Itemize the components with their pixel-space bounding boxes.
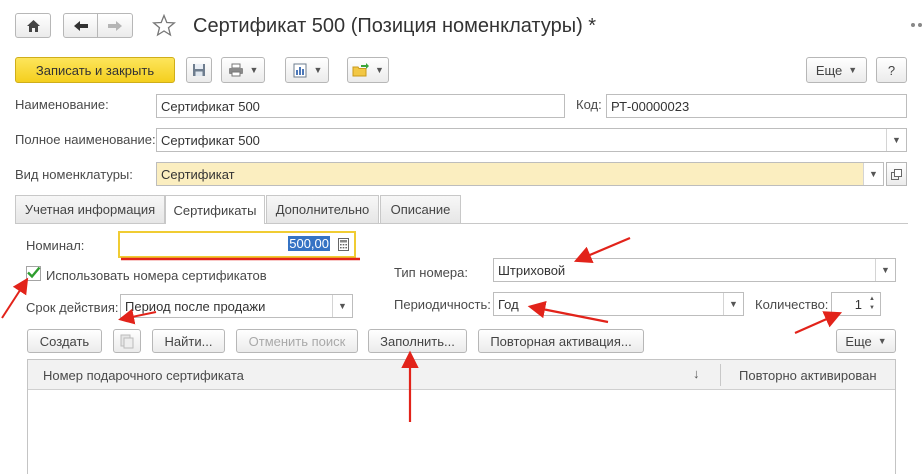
kind-input[interactable]: Сертификат ▼ [156, 162, 884, 186]
tab-accounting[interactable]: Учетная информация [15, 195, 165, 223]
periodicity-label: Периодичность: [394, 297, 491, 312]
sort-arrow-icon[interactable]: ↓ [693, 366, 700, 381]
tab-certificates-label: Сертификаты [173, 202, 257, 218]
quantity-label: Количество: [755, 297, 829, 312]
print-button[interactable]: ▼ [221, 57, 265, 83]
validity-value: Период после продажи [125, 298, 266, 314]
tab-accounting-label: Учетная информация [24, 202, 156, 217]
use-numbers-label[interactable]: Использовать номера сертификатов [46, 268, 267, 283]
stepper-arrows-icon[interactable]: ▲ ▼ [866, 295, 878, 313]
chevron-down-icon: ▼ [848, 65, 858, 75]
full-name-input[interactable]: Сертификат 500 ▼ [156, 128, 907, 152]
name-label: Наименование: [15, 97, 109, 112]
save-close-button[interactable]: Записать и закрыть [15, 57, 175, 83]
table-more-label: Еще [845, 333, 872, 349]
cancel-search-label: Отменить поиск [248, 333, 346, 349]
create-based-button[interactable]: ▼ [347, 57, 389, 83]
home-icon [26, 19, 40, 32]
chevron-down-icon: ▼ [249, 65, 259, 75]
column-header-reactivated[interactable]: Повторно активирован [739, 368, 877, 383]
chevron-down-icon[interactable]: ▼ [332, 295, 352, 317]
number-type-select[interactable]: Штриховой ▼ [493, 258, 896, 282]
tab-additional[interactable]: Дополнительно [266, 195, 379, 223]
periodicity-select[interactable]: Год ▼ [493, 292, 744, 316]
reports-button[interactable]: ▼ [285, 57, 329, 83]
chevron-down-icon: ▼ [375, 65, 384, 75]
chevron-down-icon: ▼ [877, 336, 887, 346]
save-button[interactable] [186, 57, 212, 83]
save-close-label: Записать и закрыть [35, 62, 155, 78]
nominal-label: Номинал: [26, 238, 85, 253]
number-type-label: Тип номера: [394, 265, 468, 280]
name-input[interactable]: Сертификат 500 [156, 94, 565, 118]
calculator-icon[interactable] [338, 238, 349, 251]
folder-arrow-icon [352, 62, 370, 76]
chevron-down-icon[interactable]: ▼ [886, 129, 906, 151]
arrow-to-checkbox [1, 277, 29, 319]
fill-label: Заполнить... [380, 333, 455, 349]
arrow-to-number-type [573, 236, 631, 263]
more-button[interactable]: Еще ▼ [806, 57, 867, 83]
open-kind-button[interactable] [886, 162, 907, 186]
tab-description-label: Описание [390, 202, 451, 217]
quantity-stepper[interactable]: 1 ▲ ▼ [831, 292, 881, 316]
tab-panel-border [15, 223, 908, 224]
open-window-icon [891, 168, 902, 180]
full-name-value: Сертификат 500 [161, 132, 260, 148]
create-label: Создать [39, 333, 90, 349]
kind-label: Вид номенклатуры: [15, 167, 133, 182]
printer-icon [228, 63, 243, 77]
validity-select[interactable]: Период после продажи ▼ [120, 294, 353, 318]
full-name-label: Полное наименование: [15, 132, 156, 147]
chevron-down-icon[interactable]: ▼ [875, 259, 895, 281]
column-header-number[interactable]: Номер подарочного сертификата [43, 368, 244, 383]
certificates-table[interactable]: Номер подарочного сертификата ↓ Повторно… [27, 359, 896, 474]
window-title: Сертификат 500 (Позиция номенклатуры) * [193, 15, 597, 37]
find-label: Найти... [164, 333, 213, 349]
favorite-star-icon[interactable] [152, 13, 176, 40]
validity-label: Срок действия: [26, 300, 119, 315]
name-value: Сертификат 500 [161, 98, 260, 114]
report-icon [293, 63, 307, 77]
arrow-left-icon [73, 20, 88, 31]
nominal-value: 500,00 [288, 236, 330, 251]
arrow-to-quantity [794, 311, 843, 335]
table-more-button[interactable]: Еще ▼ [836, 329, 896, 353]
floppy-icon [193, 64, 205, 76]
reactivation-button[interactable]: Повторная активация... [478, 329, 644, 353]
use-numbers-checkbox[interactable] [26, 266, 41, 281]
code-value: РТ-00000023 [611, 98, 690, 114]
checkmark-icon [27, 266, 41, 279]
tab-certificates[interactable]: Сертификаты [165, 195, 265, 224]
code-input[interactable]: РТ-00000023 [606, 94, 907, 118]
create-button[interactable]: Создать [27, 329, 102, 353]
help-button[interactable]: ? [876, 57, 907, 83]
chevron-down-icon[interactable]: ▼ [863, 163, 883, 185]
column-divider [720, 364, 721, 386]
help-label: ? [887, 62, 896, 78]
kind-value: Сертификат [161, 166, 235, 182]
copy-icon [120, 334, 134, 348]
chevron-down-icon: ▼ [313, 65, 323, 75]
arrow-right-icon [108, 20, 122, 31]
periodicity-value: Год [498, 296, 519, 312]
title-menu-icon[interactable] [902, 14, 924, 36]
more-label: Еще [815, 62, 843, 78]
table-header: Номер подарочного сертификата ↓ Повторно… [28, 360, 895, 390]
number-type-value: Штриховой [498, 262, 566, 278]
home-button[interactable] [15, 13, 51, 38]
fill-button[interactable]: Заполнить... [368, 329, 467, 353]
reactivation-label: Повторная активация... [490, 333, 632, 349]
find-button[interactable]: Найти... [152, 329, 225, 353]
chevron-down-icon[interactable]: ▼ [723, 293, 743, 315]
tab-description[interactable]: Описание [380, 195, 461, 223]
back-button[interactable] [63, 13, 98, 38]
copy-button[interactable] [113, 329, 141, 353]
tab-additional-label: Дополнительно [275, 202, 370, 217]
forward-button[interactable] [97, 13, 133, 38]
code-label: Код: [576, 97, 602, 112]
cancel-search-button[interactable]: Отменить поиск [236, 329, 358, 353]
nominal-input[interactable]: 500,00 [118, 231, 356, 258]
quantity-value: 1 [854, 296, 862, 312]
